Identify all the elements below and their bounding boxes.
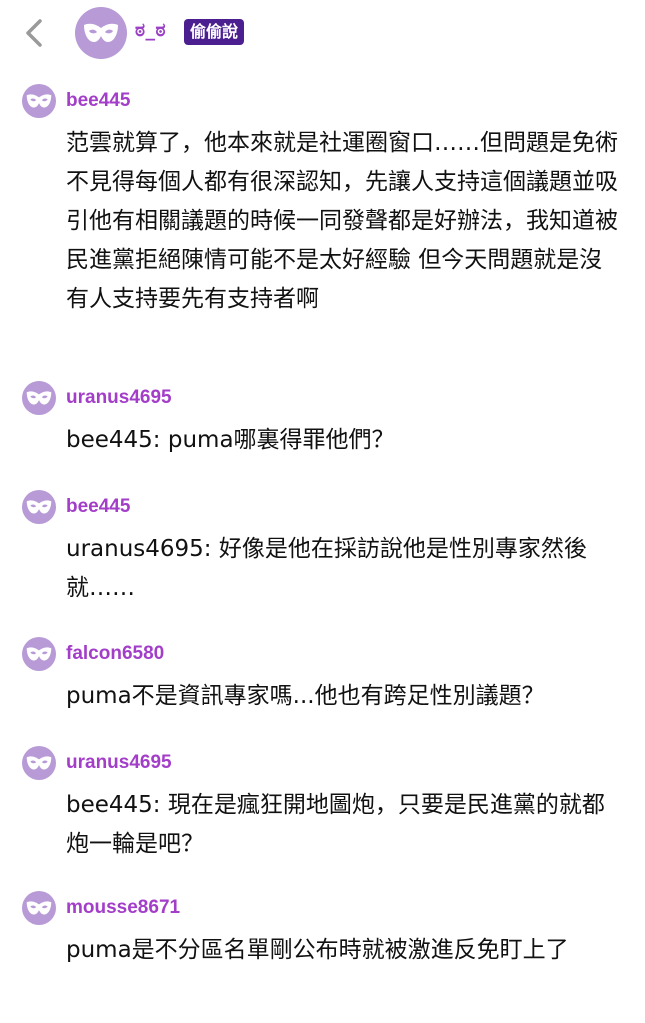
message-text: 范雲就算了，他本來就是社運圈窗口……但問題是免術不見得每個人都有很深認知，先讓人…	[66, 130, 618, 312]
message-item: uranus4695 bee445: puma哪裏得罪他們？	[22, 381, 622, 460]
message-item: mousse8671 puma是不分區名單剛公布時就被激進反免盯上了	[22, 891, 622, 970]
chat-header: ಠ_ಠ 偷偷說	[0, 0, 645, 68]
message-text: bee445: 現在是瘋狂開地圖炮，只要是民進黨的就都炮一輪是吧？	[66, 792, 605, 857]
message-item: falcon6580 puma不是資訊專家嗎...他也有跨足性別議題？	[22, 637, 622, 716]
mask-icon	[84, 23, 118, 42]
avatar[interactable]	[22, 637, 56, 671]
message-username[interactable]: uranus4695	[66, 387, 172, 409]
message-text: bee445: puma哪裏得罪他們？	[66, 427, 395, 453]
avatar[interactable]	[22, 891, 56, 925]
mask-icon	[26, 500, 52, 514]
mask-icon	[26, 901, 52, 915]
message-username[interactable]: uranus4695	[66, 752, 172, 774]
message-item: bee445 uranus4695: 好像是他在採訪說他是性別專家然後就……	[22, 490, 622, 608]
message-text: puma是不分區名單剛公布時就被激進反免盯上了	[66, 937, 569, 963]
avatar[interactable]	[22, 746, 56, 780]
avatar[interactable]	[22, 490, 56, 524]
header-avatar[interactable]	[75, 7, 127, 59]
mask-icon	[26, 647, 52, 661]
message-username[interactable]: falcon6580	[66, 643, 164, 665]
anonymous-badge: 偷偷說	[184, 19, 245, 45]
avatar[interactable]	[22, 84, 56, 118]
back-button[interactable]	[18, 14, 50, 52]
message-username[interactable]: bee445	[66, 496, 130, 518]
message-username[interactable]: bee445	[66, 90, 130, 112]
message-text: uranus4695: 好像是他在採訪說他是性別專家然後就……	[66, 536, 587, 601]
message-username[interactable]: mousse8671	[66, 897, 180, 919]
message-item: uranus4695 bee445: 現在是瘋狂開地圖炮，只要是民進黨的就都炮一…	[22, 746, 622, 864]
mask-icon	[26, 756, 52, 770]
mask-icon	[26, 94, 52, 108]
message-text: puma不是資訊專家嗎...他也有跨足性別議題？	[66, 683, 545, 709]
message-item: bee445 范雲就算了，他本來就是社運圈窗口……但問題是免術不見得每個人都有很…	[22, 84, 622, 319]
header-username: ಠ_ಠ	[135, 19, 167, 41]
mask-icon	[26, 391, 52, 405]
chevron-left-icon	[26, 19, 42, 47]
avatar[interactable]	[22, 381, 56, 415]
